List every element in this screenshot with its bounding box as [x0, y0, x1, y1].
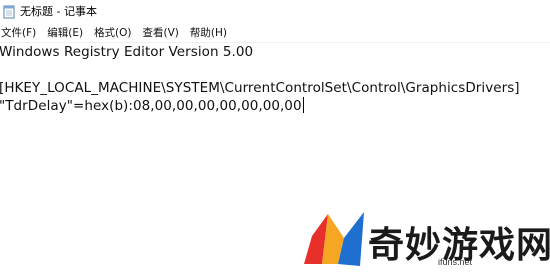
site-logo-icon [304, 212, 364, 266]
menu-bar: 文件(F) 编辑(E) 格式(O) 查看(V) 帮助(H) [0, 23, 550, 43]
site-url: ifuns.net [438, 257, 473, 267]
window-title: 无标题 - 记事本 [20, 5, 97, 18]
editor-line-4-text: "TdrDelay"=hex(b):08,00,00,00,00,00,00,0… [0, 98, 302, 114]
menu-format[interactable]: 格式(O) [93, 24, 139, 42]
title-bar: 无标题 - 记事本 [0, 0, 550, 22]
menu-edit[interactable]: 编辑(E) [46, 24, 91, 42]
menu-file[interactable]: 文件(F) [0, 24, 44, 42]
site-watermark: 奇妙游戏网 ifuns.net [298, 206, 550, 270]
menu-view[interactable]: 查看(V) [142, 24, 187, 42]
menu-help[interactable]: 帮助(H) [189, 24, 235, 42]
text-caret [302, 97, 304, 113]
editor-line-1: Windows Registry Editor Version 5.00 [0, 44, 254, 60]
notepad-icon [3, 4, 16, 19]
editor-line-3: [HKEY_LOCAL_MACHINE\SYSTEM\CurrentContro… [0, 80, 520, 96]
editor-line-4: "TdrDelay"=hex(b):08,00,00,00,00,00,00,0… [0, 97, 304, 114]
